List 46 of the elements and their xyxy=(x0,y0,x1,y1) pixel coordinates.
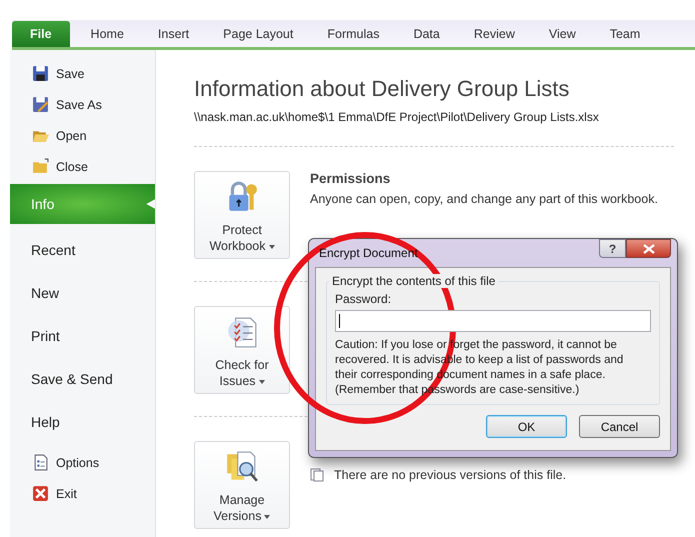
checklist-icon xyxy=(225,315,259,349)
menu-item[interactable]: Save As xyxy=(10,89,155,120)
exit-icon xyxy=(32,485,49,502)
ribbon-tab[interactable]: View xyxy=(532,21,593,47)
documents-magnifier-icon xyxy=(225,450,259,484)
ok-button[interactable]: OK xyxy=(486,415,567,438)
cancel-button[interactable]: Cancel xyxy=(579,415,660,438)
document-icon xyxy=(310,468,324,482)
menu-item[interactable]: Save xyxy=(10,58,155,89)
floppy-pencil-icon xyxy=(32,96,49,113)
ribbon-tab[interactable]: Home xyxy=(74,21,141,47)
menu-item[interactable]: Save & Send xyxy=(10,357,155,400)
caret-icon xyxy=(258,380,265,384)
page-title: Information about Delivery Group Lists xyxy=(194,76,570,102)
ribbon-tab[interactable]: Team xyxy=(592,21,658,47)
menu-item[interactable]: Close xyxy=(10,151,155,182)
menu-item[interactable]: New xyxy=(10,271,155,314)
menu-item[interactable]: Help xyxy=(10,400,155,443)
help-button[interactable]: ? xyxy=(599,239,626,258)
password-field[interactable] xyxy=(335,310,651,332)
menu-item[interactable]: Print xyxy=(10,314,155,357)
ribbon-tab[interactable]: Formulas xyxy=(310,21,396,47)
menu-item[interactable]: Open xyxy=(10,120,155,151)
section-description: There are no previous versions of this file. xyxy=(334,468,566,482)
text-cursor xyxy=(339,314,340,328)
ribbon-tab[interactable]: Review xyxy=(456,21,532,47)
dropdown-button[interactable]: Manage Versions xyxy=(194,441,290,529)
close-button[interactable] xyxy=(626,239,671,258)
dropdown-button[interactable]: Protect Workbook xyxy=(194,171,290,259)
caret-icon xyxy=(264,514,270,519)
caret-icon xyxy=(268,244,275,249)
ribbon-tab[interactable]: Page Layout xyxy=(206,21,310,47)
folder-icon xyxy=(32,158,49,175)
dropdown-button[interactable]: Check for Issues xyxy=(194,306,290,394)
menu-item[interactable]: Exit xyxy=(10,478,155,509)
section-heading: Permissions xyxy=(310,171,392,186)
ribbon-tab[interactable]: Insert xyxy=(140,21,206,47)
file-path: \\nask.man.ac.uk\home$\1 Emma\DfE Project\Pilot\Delivery Group Lists.xlsx xyxy=(194,110,600,124)
ribbon-tab[interactable]: Data xyxy=(396,21,457,47)
section-description: Anyone can open, copy, and change any part of this workbook. xyxy=(310,192,658,206)
close-icon xyxy=(642,244,654,254)
menu-item[interactable]: Options xyxy=(10,447,155,478)
ribbon-tab[interactable]: File xyxy=(12,21,70,47)
field-label: Password: xyxy=(335,292,392,306)
document-icon xyxy=(32,454,49,471)
menu-item[interactable]: Recent xyxy=(10,228,155,271)
